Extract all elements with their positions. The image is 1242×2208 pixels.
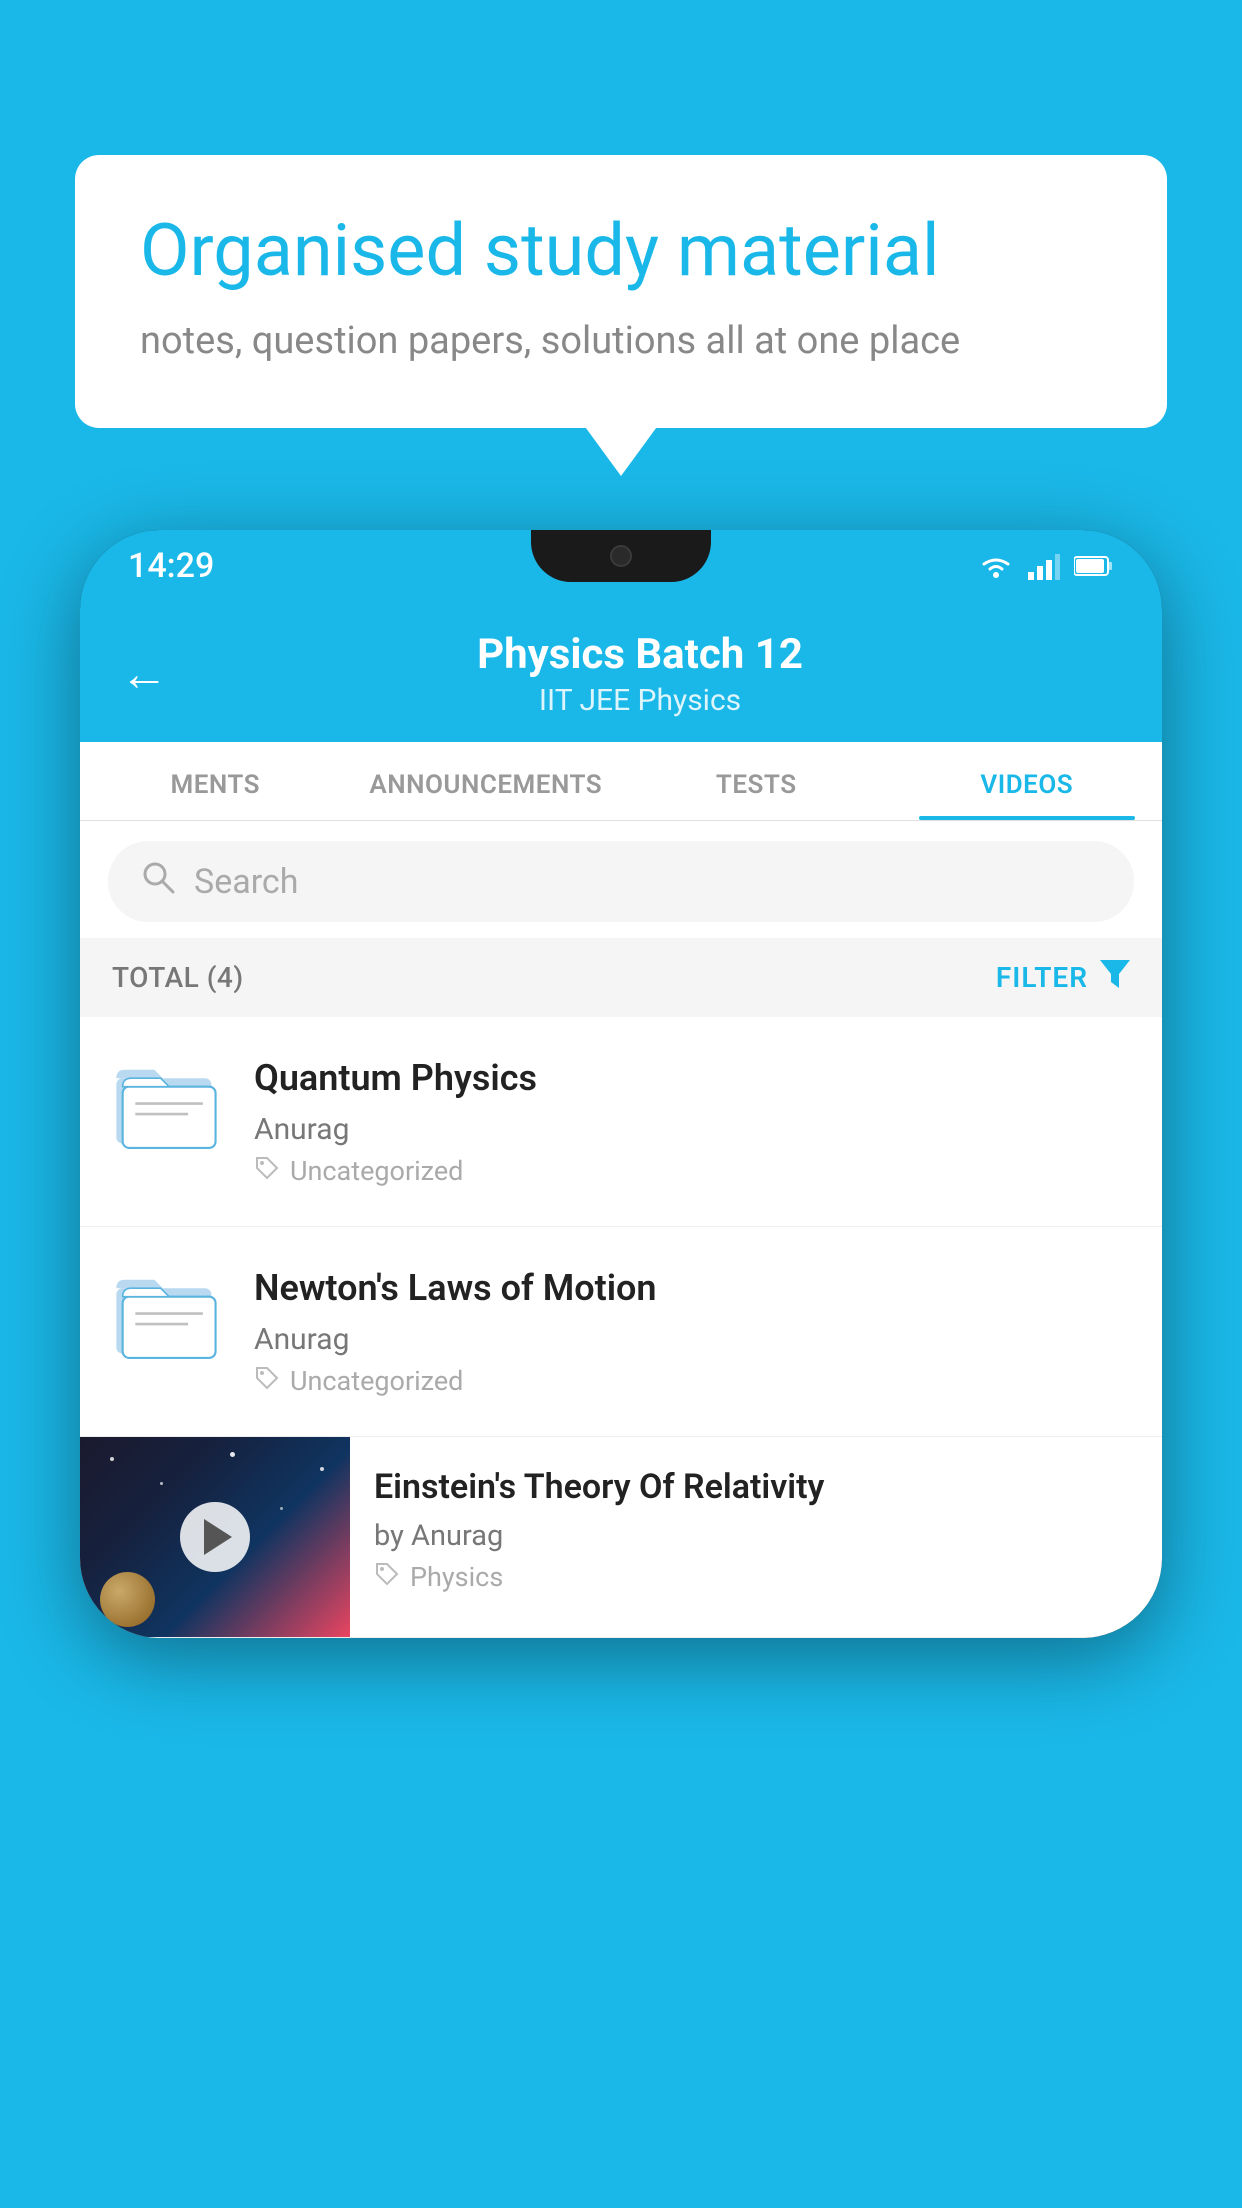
video-tag: Physics <box>374 1561 1138 1594</box>
speech-bubble-subtitle: notes, question papers, solutions all at… <box>140 315 1102 368</box>
folder-icon <box>112 1265 222 1360</box>
folder-icon <box>112 1055 222 1150</box>
notch <box>531 530 711 582</box>
video-tag: Uncategorized <box>254 1365 1130 1398</box>
status-icons <box>978 552 1114 580</box>
header-title-block: Physics Batch 12 IIT JEE Physics <box>198 630 1082 718</box>
filter-row: TOTAL (4) FILTER <box>80 938 1162 1017</box>
tag-label: Uncategorized <box>290 1155 463 1187</box>
phone-wrapper: 14:29 <box>80 530 1162 2208</box>
video-author: Anurag <box>254 1322 1130 1357</box>
filter-icon <box>1100 960 1130 995</box>
signal-icon <box>1028 552 1060 580</box>
tag-icon <box>374 1561 400 1594</box>
tag-icon <box>254 1155 280 1188</box>
phone: 14:29 <box>80 530 1162 1638</box>
video-title: Quantum Physics <box>254 1055 1130 1102</box>
video-author: by Anurag <box>374 1519 1138 1553</box>
list-item[interactable]: Einstein's Theory Of Relativity by Anura… <box>80 1437 1162 1638</box>
video-list: Quantum Physics Anurag Uncategorized <box>80 1017 1162 1638</box>
video-info: Newton's Laws of Motion Anurag Uncategor… <box>254 1265 1130 1398</box>
wifi-icon <box>978 552 1014 580</box>
play-button[interactable] <box>180 1502 250 1572</box>
tab-ments[interactable]: MENTS <box>80 742 351 820</box>
header-title: Physics Batch 12 <box>198 630 1082 679</box>
video-author: Anurag <box>254 1112 1130 1147</box>
speech-bubble-title: Organised study material <box>140 210 1102 293</box>
tag-icon <box>254 1365 280 1398</box>
video-title: Einstein's Theory Of Relativity <box>374 1465 1138 1509</box>
tab-videos[interactable]: VIDEOS <box>892 742 1163 820</box>
tag-label: Uncategorized <box>290 1365 463 1397</box>
video-tag: Uncategorized <box>254 1155 1130 1188</box>
search-placeholder: Search <box>194 862 298 902</box>
list-item[interactable]: Quantum Physics Anurag Uncategorized <box>80 1017 1162 1227</box>
video-info: Quantum Physics Anurag Uncategorized <box>254 1055 1130 1188</box>
total-count: TOTAL (4) <box>112 961 244 994</box>
camera <box>610 545 632 567</box>
search-icon <box>140 859 176 904</box>
video-thumbnail <box>80 1437 350 1637</box>
search-container: Search <box>80 821 1162 938</box>
tab-announcements[interactable]: ANNOUNCEMENTS <box>351 742 622 820</box>
battery-icon <box>1074 555 1114 577</box>
tabs: MENTS ANNOUNCEMENTS TESTS VIDEOS <box>80 742 1162 821</box>
filter-button[interactable]: FILTER <box>996 960 1130 995</box>
status-time: 14:29 <box>128 546 214 586</box>
tag-label: Physics <box>410 1561 503 1593</box>
tab-tests[interactable]: TESTS <box>621 742 892 820</box>
search-bar[interactable]: Search <box>108 841 1134 922</box>
video-info: Einstein's Theory Of Relativity by Anura… <box>350 1437 1162 1622</box>
back-button[interactable]: ← <box>120 650 168 698</box>
list-item[interactable]: Newton's Laws of Motion Anurag Uncategor… <box>80 1227 1162 1437</box>
speech-bubble-container: Organised study material notes, question… <box>75 155 1167 428</box>
speech-bubble: Organised study material notes, question… <box>75 155 1167 428</box>
filter-label: FILTER <box>996 961 1088 994</box>
app-header: ← Physics Batch 12 IIT JEE Physics <box>80 602 1162 742</box>
header-subtitle: IIT JEE Physics <box>198 683 1082 718</box>
video-title: Newton's Laws of Motion <box>254 1265 1130 1312</box>
